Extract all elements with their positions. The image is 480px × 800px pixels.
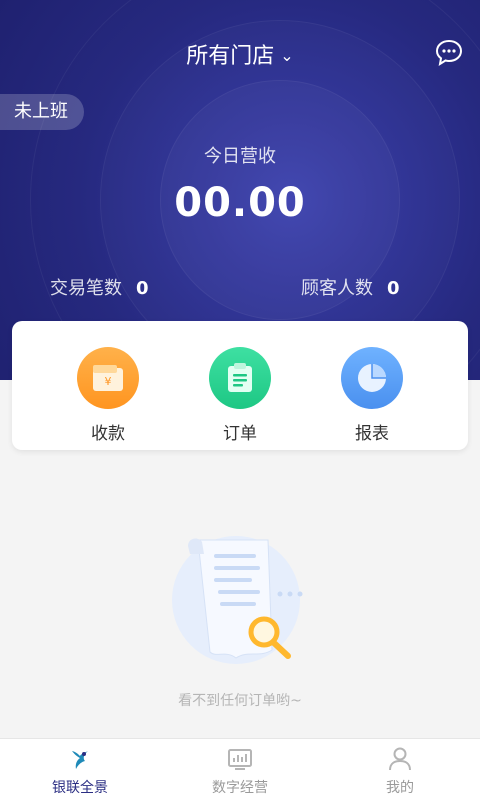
empty-receipt-search-icon xyxy=(172,536,303,664)
customers-value: 0 xyxy=(387,278,400,299)
orders-button[interactable]: 订单 xyxy=(185,347,295,444)
transactions-label: 交易笔数 xyxy=(50,278,122,299)
empty-state: 看不到任何订单哟~ xyxy=(0,530,480,720)
tab-digital-operations-label: 数字经营 xyxy=(212,780,268,796)
wallet-icon: ¥ xyxy=(77,347,139,409)
clipboard-icon xyxy=(209,347,271,409)
revenue-value: 00.00 xyxy=(174,180,306,226)
transactions-stat: 交易笔数 0 xyxy=(50,274,149,300)
svg-text:¥: ¥ xyxy=(105,375,112,388)
customers-stat: 顾客人数 0 xyxy=(301,274,400,300)
shift-status-badge[interactable]: 未上班 xyxy=(0,94,84,130)
collect-payment-button[interactable]: ¥ 收款 xyxy=(53,347,163,444)
reports-label: 报表 xyxy=(355,424,389,444)
empty-state-message: 看不到任何订单哟~ xyxy=(178,693,302,709)
orders-label: 订单 xyxy=(223,424,257,444)
bottom-tab-bar: 银联全景 数字经营 我的 xyxy=(0,738,480,800)
collect-payment-label: 收款 xyxy=(91,424,125,444)
tab-mine[interactable]: 我的 xyxy=(320,739,480,800)
customers-label: 顾客人数 xyxy=(301,278,373,299)
transactions-value: 0 xyxy=(136,278,149,299)
quick-actions-card: ¥ 收款 订单 报表 xyxy=(12,321,468,450)
tab-digital-operations[interactable]: 数字经营 xyxy=(160,739,320,800)
store-selector-label: 所有门店 xyxy=(186,44,275,69)
message-icon[interactable] xyxy=(434,38,464,68)
pie-chart-icon xyxy=(341,347,403,409)
store-selector[interactable]: 所有门店 ⌄ xyxy=(0,38,480,70)
user-icon xyxy=(389,747,411,771)
tab-mine-label: 我的 xyxy=(386,780,414,796)
revenue-label: 今日营收 xyxy=(204,146,276,167)
unionpay-logo-icon xyxy=(72,751,88,769)
reports-button[interactable]: 报表 xyxy=(317,347,427,444)
analytics-icon xyxy=(228,749,252,770)
chevron-down-icon: ⌄ xyxy=(280,46,294,65)
tab-overview[interactable]: 银联全景 xyxy=(0,739,160,800)
tab-overview-label: 银联全景 xyxy=(52,780,108,796)
